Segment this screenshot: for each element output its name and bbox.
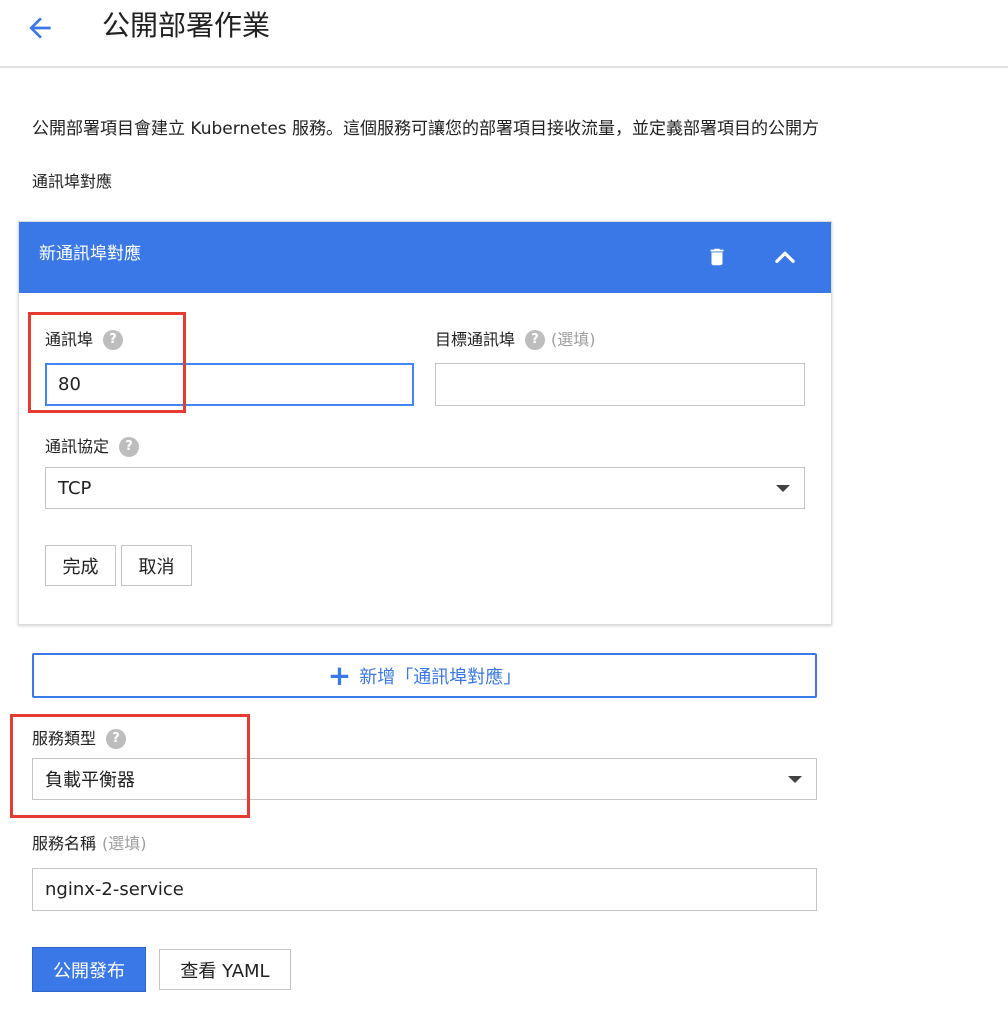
publish-button[interactable]: 公開發布 <box>32 947 146 992</box>
done-button[interactable]: 完成 <box>45 545 116 586</box>
add-port-mapping-button[interactable]: + 新增「通訊埠對應」 <box>32 653 817 698</box>
protocol-label-row: 通訊協定 ? <box>45 435 140 459</box>
target-port-input[interactable] <box>435 363 805 406</box>
protocol-label: 通訊協定 <box>45 437 110 456</box>
collapse-card-button[interactable] <box>763 239 807 275</box>
protocol-select-value: TCP <box>58 477 92 499</box>
port-label: 通訊埠 <box>45 330 94 349</box>
port-mapping-card: 新通訊埠對應 通訊埠 ? 目標通訊埠 ? (選填) 通訊協定 ? TCP 完成 … <box>18 221 832 625</box>
target-port-label: 目標通訊埠 <box>435 330 516 349</box>
service-type-select[interactable]: 負載平衡器 <box>32 758 817 800</box>
port-mapping-card-header: 新通訊埠對應 <box>19 222 831 293</box>
optional-label: (選填) <box>551 330 596 349</box>
delete-mapping-button[interactable] <box>699 239 735 275</box>
help-icon[interactable]: ? <box>106 729 127 749</box>
cancel-button[interactable]: 取消 <box>121 545 192 586</box>
help-icon[interactable]: ? <box>525 330 546 350</box>
view-yaml-button[interactable]: 查看 YAML <box>159 949 291 990</box>
service-name-label-row: 服務名稱 (選填) <box>32 832 147 856</box>
back-button[interactable] <box>22 10 58 46</box>
port-mapping-card-title: 新通訊埠對應 <box>39 244 141 264</box>
help-icon[interactable]: ? <box>103 330 124 350</box>
protocol-select[interactable]: TCP <box>45 467 805 509</box>
target-port-label-row: 目標通訊埠 ? (選填) <box>435 328 596 352</box>
chevron-up-icon <box>775 251 795 263</box>
dropdown-caret-icon <box>788 776 802 783</box>
optional-label: (選填) <box>102 834 147 853</box>
trash-icon <box>710 248 724 266</box>
page-header: 公開部署作業 <box>0 0 1008 68</box>
service-type-label-row: 服務類型 ? <box>32 727 127 751</box>
page-title: 公開部署作業 <box>102 9 271 42</box>
service-name-label: 服務名稱 <box>32 834 97 853</box>
plus-icon: + <box>327 658 352 692</box>
port-input[interactable] <box>45 363 414 406</box>
dropdown-caret-icon <box>776 485 790 492</box>
service-name-input[interactable] <box>32 868 817 911</box>
help-icon[interactable]: ? <box>119 437 140 457</box>
port-label-row: 通訊埠 ? <box>45 328 124 352</box>
port-mapping-section-label: 通訊埠對應 <box>32 172 113 191</box>
arrow-left-icon <box>29 17 51 39</box>
service-type-select-value: 負載平衡器 <box>45 770 135 791</box>
add-port-mapping-label: 新增「通訊埠對應」 <box>359 666 522 688</box>
intro-text: 公開部署項目會建立 Kubernetes 服務。這個服務可讓您的部署項目接收流量… <box>32 119 820 139</box>
service-type-label: 服務類型 <box>32 729 97 748</box>
